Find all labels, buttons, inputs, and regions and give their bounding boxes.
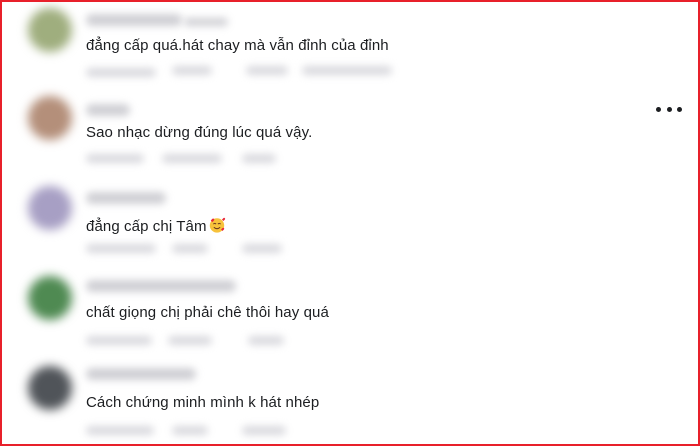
comment-actions[interactable] (86, 68, 156, 77)
comment-text: Cách chứng minh mình k hát nhép (86, 394, 320, 411)
comment-actions[interactable] (86, 154, 144, 163)
commenter-name[interactable] (86, 104, 130, 116)
comment-text-content: đẳng cấp chị Tâm (86, 218, 207, 235)
commenter-name[interactable] (86, 368, 196, 380)
more-dot (666, 106, 672, 112)
reply-action[interactable] (248, 336, 284, 345)
comments-screenshot-frame: đẳng cấp quá.hát chay mà vẫn đỉnh của đỉ… (0, 0, 700, 446)
comment-item: đẳng cấp chị Tâm (2, 178, 698, 266)
comment-item: Sao nhạc dừng đúng lúc quá vậy. (2, 90, 698, 178)
comment-item: chất giọng chị phải chê thôi hay quá (2, 266, 698, 354)
avatar[interactable] (28, 8, 72, 52)
comment-text: đẳng cấp chị Tâm (86, 216, 226, 235)
comment-text: Sao nhạc dừng đúng lúc quá vậy. (86, 124, 313, 141)
commenter-name[interactable] (86, 192, 166, 204)
like-action[interactable] (168, 336, 212, 345)
reply-action[interactable] (242, 154, 276, 163)
commenter-name[interactable] (86, 280, 236, 292)
avatar[interactable] (28, 276, 72, 320)
comment-text: đẳng cấp quá.hát chay mà vẫn đỉnh của đỉ… (86, 37, 389, 54)
comment-text: chất giọng chị phải chê thôi hay quá (86, 304, 329, 321)
comment-actions[interactable] (86, 244, 156, 253)
like-action[interactable] (162, 154, 222, 163)
avatar[interactable] (28, 186, 72, 230)
like-action[interactable] (172, 244, 208, 253)
commenter-name-extra (184, 18, 228, 26)
reply-action[interactable] (246, 66, 288, 75)
comment-actions[interactable] (86, 336, 152, 345)
comment-actions[interactable] (86, 426, 154, 435)
avatar[interactable] (28, 366, 72, 410)
avatar[interactable] (28, 96, 72, 140)
more-dot (677, 106, 682, 112)
reaction-summary (302, 66, 392, 75)
more-options-icon[interactable] (656, 102, 682, 116)
comment-item: đẳng cấp quá.hát chay mà vẫn đỉnh của đỉ… (2, 2, 698, 90)
like-action[interactable] (172, 66, 212, 75)
commenter-name[interactable] (86, 14, 182, 26)
comment-item: Cách chứng minh mình k hát nhép (2, 354, 698, 442)
smiling-face-with-hearts-icon (209, 217, 225, 233)
more-dot (656, 106, 661, 112)
like-action[interactable] (172, 426, 208, 435)
reply-action[interactable] (242, 426, 286, 435)
reply-action[interactable] (242, 244, 282, 253)
